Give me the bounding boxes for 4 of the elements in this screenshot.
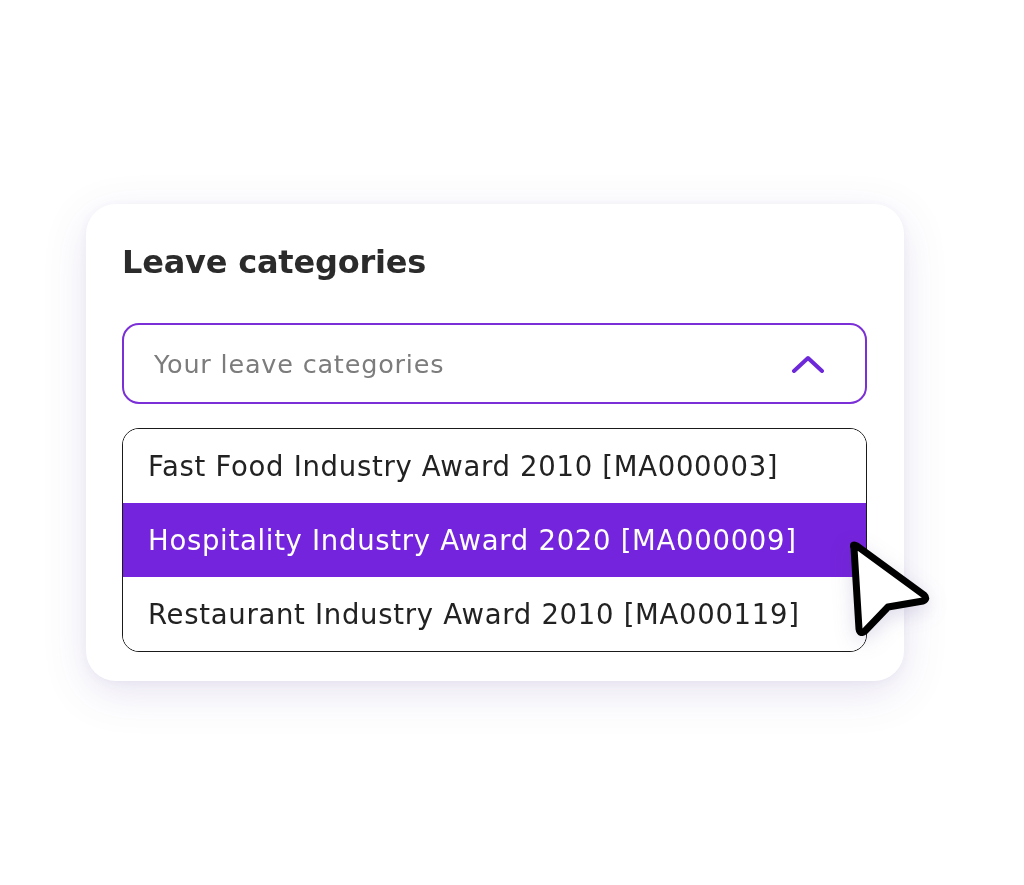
select-field[interactable]: Your leave categories <box>122 323 867 404</box>
card-title: Leave categories <box>122 242 427 282</box>
chevron-icon <box>791 354 825 373</box>
dropdown-option[interactable]: Hospitality Industry Award 2020 [MA000009] <box>123 503 866 577</box>
